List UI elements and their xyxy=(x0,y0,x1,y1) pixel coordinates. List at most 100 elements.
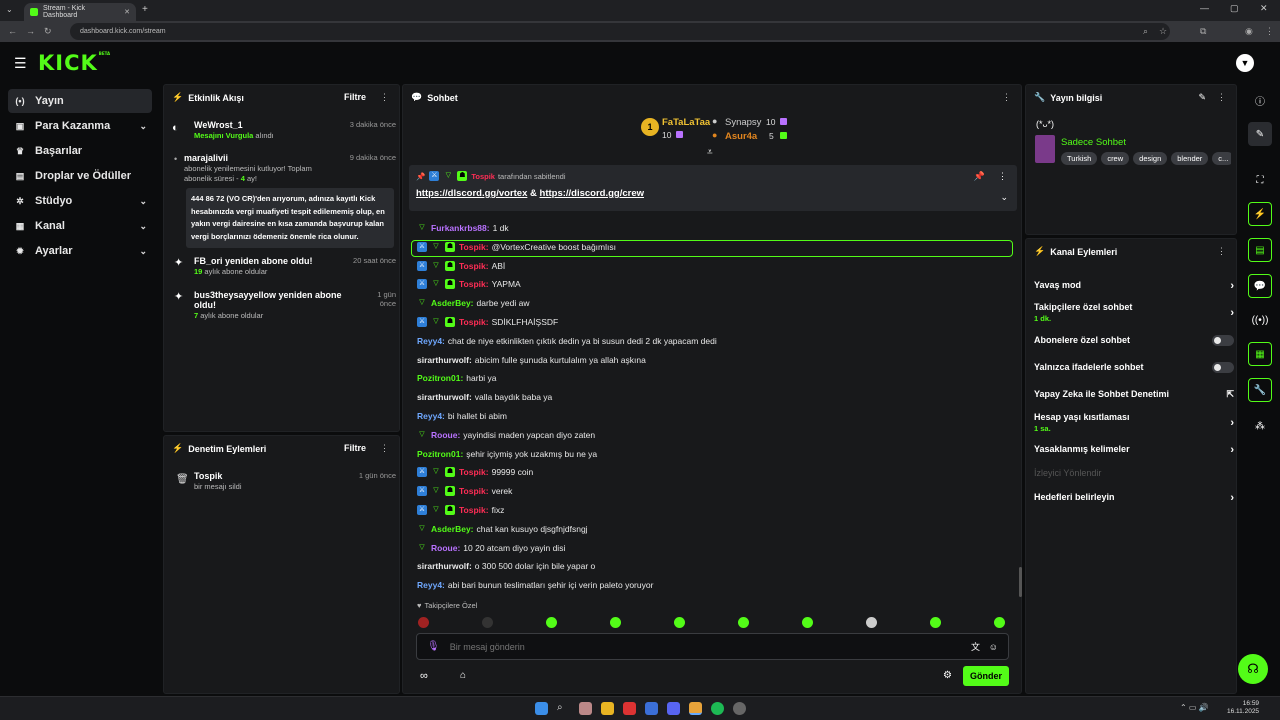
close-tab-icon[interactable]: ✕ xyxy=(124,8,130,16)
edit-icon[interactable]: ✎ xyxy=(1198,92,1206,103)
support-headset-icon[interactable]: ☊ xyxy=(1238,654,1268,684)
chat-message[interactable]: Reyy4: abi bari bunun teslimatları şehir … xyxy=(417,580,653,590)
send-button[interactable]: Gönder xyxy=(963,666,1009,686)
chat-username[interactable]: Tospik: xyxy=(459,467,489,477)
filter-button[interactable]: Filtre xyxy=(344,443,366,453)
emoji-icon[interactable]: ☺ xyxy=(989,642,998,652)
ai-moderation-row[interactable]: Yapay Zeka ile Sohbet Denetimi ⇱ xyxy=(1034,389,1234,399)
spotify-icon[interactable] xyxy=(711,702,724,715)
chat-message[interactable]: sirarthurwolf: valla baydık baba ya xyxy=(417,392,552,402)
app-icon[interactable] xyxy=(733,702,746,715)
chrome-icon[interactable] xyxy=(689,702,702,715)
more-options-icon[interactable]: ⋮ xyxy=(380,443,389,454)
browser-menu-icon[interactable]: ⋮ xyxy=(1265,26,1274,37)
category-thumbnail[interactable] xyxy=(1035,135,1055,163)
chat-input-box[interactable]: 🎙 文 ☺ xyxy=(416,633,1009,660)
emote-icon[interactable] xyxy=(866,617,877,628)
chat-username[interactable]: sirarthurwolf: xyxy=(417,355,472,365)
windows-start-icon[interactable] xyxy=(535,702,548,715)
chat-username[interactable]: Tospik: xyxy=(459,317,489,327)
discord-icon[interactable] xyxy=(667,702,680,715)
chat-username[interactable]: Pozitron01: xyxy=(417,449,463,459)
chat-username[interactable]: AsderBey: xyxy=(431,298,474,308)
more-options-icon[interactable]: ⋮ xyxy=(1217,92,1226,103)
chat-username[interactable]: Furkankrbs88: xyxy=(431,223,490,233)
emote-only-toggle[interactable] xyxy=(1212,362,1234,373)
stream-icon[interactable]: ▦ xyxy=(1248,342,1272,366)
chat-username[interactable]: sirarthurwolf: xyxy=(417,392,472,402)
chat-username[interactable]: Tospik: xyxy=(459,279,489,289)
more-options-icon[interactable]: ⋮ xyxy=(380,92,389,103)
kick-points-icon[interactable]: ∞ xyxy=(420,670,428,682)
sidebar-item-basarilar[interactable]: ♛ Başarılar xyxy=(8,139,152,163)
chat-message[interactable]: ▽ Furkankrbs88: 1 dk xyxy=(417,223,508,233)
chat-message[interactable]: Pozitron01: harbi ya xyxy=(417,373,497,383)
fullscreen-icon[interactable]: ⛶ xyxy=(1248,168,1272,192)
unpin-icon[interactable]: 📌 xyxy=(974,171,985,182)
microphone-icon[interactable]: 🎙 xyxy=(427,641,440,652)
sidebar-item-yayin[interactable]: (•) Yayın xyxy=(8,89,152,113)
sidebar-item-para-kazanma[interactable]: ▣ Para Kazanma ⌄ xyxy=(8,114,152,138)
user-avatar[interactable]: ▼ xyxy=(1236,54,1254,72)
chat-username[interactable]: Rooue: xyxy=(431,430,460,440)
app-icon[interactable] xyxy=(623,702,636,715)
info-icon[interactable]: ⓘ xyxy=(1248,88,1272,112)
banned-words-row[interactable]: Yasaklanmış kelimeler › xyxy=(1034,444,1234,456)
chat-message[interactable]: ▽ Rooue: yayindisi maden yapcan diyo zaten xyxy=(417,430,595,440)
app-icon[interactable] xyxy=(579,702,592,715)
activity-icon[interactable]: ⚡ xyxy=(1248,202,1272,226)
collapse-icon[interactable]: ⩡ xyxy=(707,147,713,158)
profile-icon[interactable]: ◉ xyxy=(1245,26,1253,37)
chat-username[interactable]: Tospik: xyxy=(459,486,489,496)
chat-message[interactable]: Reyy4: bi hallet bi abim xyxy=(417,411,507,421)
emote-icon[interactable] xyxy=(418,617,429,628)
wrench-icon[interactable]: 🔧 xyxy=(1248,378,1272,402)
chat-username[interactable]: Reyy4: xyxy=(417,580,445,590)
maximize-icon[interactable]: ▢ xyxy=(1230,3,1239,14)
close-window-icon[interactable]: ✕ xyxy=(1260,3,1268,14)
emote-icon[interactable] xyxy=(994,617,1005,628)
broadcast-icon[interactable]: ((•)) xyxy=(1248,308,1272,332)
chat-message[interactable]: ⚔ ▽ ☗ Tospik: SDİKLFHAİŞSDF xyxy=(417,317,558,327)
chat-scrollbar[interactable] xyxy=(1019,567,1022,597)
emote-icon[interactable] xyxy=(546,617,557,628)
file-explorer-icon[interactable] xyxy=(601,702,614,715)
chat-username[interactable]: Rooue: xyxy=(431,543,460,553)
address-bar[interactable]: dashboard.kick.com/stream xyxy=(70,23,1170,40)
chat-message[interactable]: sirarthurwolf: abicim fulle şunuda kurtul… xyxy=(417,355,646,365)
pinned-link[interactable]: https://dlscord.gg/vortex xyxy=(416,188,527,199)
chat-message[interactable]: ⚔ ▽ ☗ Tospik: verek xyxy=(417,486,512,497)
nodes-icon[interactable]: ⁂ xyxy=(1248,414,1272,438)
chat-message[interactable]: ⚔ ▽ ☗ Tospik: YAPMA xyxy=(417,279,521,290)
browser-tab[interactable]: Stream - Kick Dashboard ✕ xyxy=(24,3,136,21)
emote-icon[interactable] xyxy=(610,617,621,628)
chat-message[interactable]: ▽ Rooue: 10 20 atcam diyo yayin disi xyxy=(417,543,565,553)
forward-icon[interactable]: → xyxy=(26,26,35,36)
leaderboard-name[interactable]: Asur4a xyxy=(725,131,757,142)
chat-input[interactable] xyxy=(449,641,930,652)
chat-icon[interactable]: 💬 xyxy=(1248,274,1272,298)
pencil-icon[interactable]: ✎ xyxy=(1248,122,1272,146)
account-age-row[interactable]: Hesap yaşı kısıtlaması 1 sa. › xyxy=(1034,412,1234,433)
pinned-link[interactable]: https://discord.gg/crew xyxy=(540,188,645,199)
minimize-icon[interactable]: — xyxy=(1200,3,1209,13)
chat-username[interactable]: Pozitron01: xyxy=(417,373,463,383)
chat-username[interactable]: Tospik: xyxy=(459,261,489,271)
sidebar-item-studyo[interactable]: ✲ Stüdyo ⌄ xyxy=(8,189,152,213)
search-icon[interactable]: ⌕ xyxy=(557,702,570,715)
system-tray-icon[interactable]: ⌃ ▭ 🔊 xyxy=(1180,703,1209,712)
zoom-icon[interactable]: ⌕ xyxy=(1143,26,1148,37)
extension-icon[interactable]: ⧉ xyxy=(1200,26,1206,37)
chat-username[interactable]: Reyy4: xyxy=(417,336,445,346)
store-icon[interactable]: ⌂ xyxy=(460,670,466,681)
set-goals-row[interactable]: Hedefleri belirleyin › xyxy=(1034,492,1234,504)
kick-logo[interactable]: KICKBETA xyxy=(38,51,110,75)
category-name[interactable]: Sadece Sohbet xyxy=(1061,137,1126,148)
leaderboard-name[interactable]: FaTaLaTaa xyxy=(662,117,710,128)
new-tab-icon[interactable]: + xyxy=(142,4,148,15)
back-icon[interactable]: ← xyxy=(8,26,17,36)
chat-message[interactable]: ⚔ ▽ ☗ Tospik: fixz xyxy=(417,505,504,515)
chat-message[interactable]: Reyy4: chat de niye etkinlikten çıktık de… xyxy=(417,336,717,346)
slow-mode-row[interactable]: Yavaş mod › xyxy=(1034,280,1234,292)
chat-message[interactable]: ⚔ ▽ ☗ Tospik: 99999 coin xyxy=(417,467,533,478)
